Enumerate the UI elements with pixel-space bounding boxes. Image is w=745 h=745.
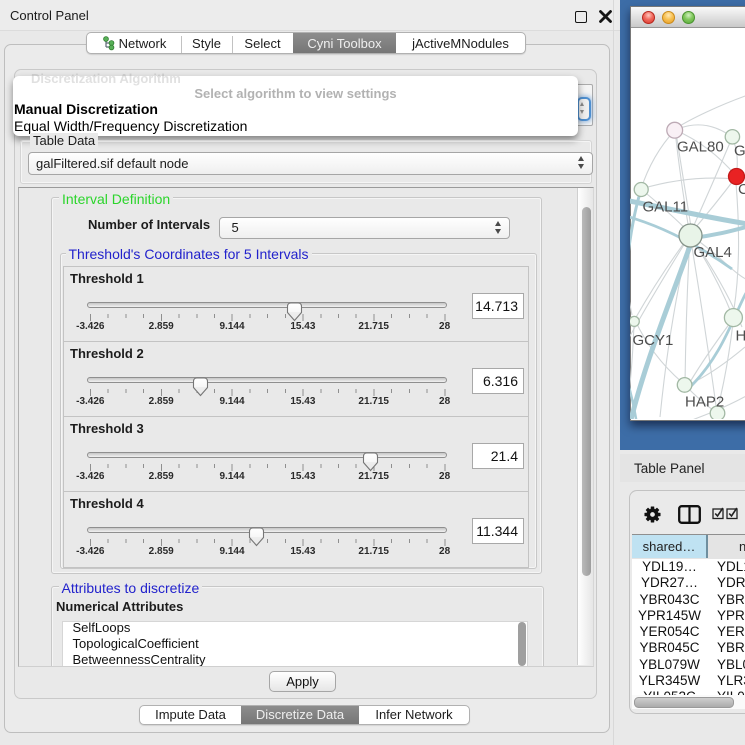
svg-text:HAP2: HAP2: [685, 394, 724, 411]
svg-text:GAL4: GAL4: [694, 244, 732, 261]
svg-text:CY: CY: [738, 181, 745, 198]
svg-text:GAL80: GAL80: [677, 139, 724, 156]
svg-text:GCY1: GCY1: [633, 332, 674, 349]
svg-text:GA: GA: [734, 143, 745, 160]
svg-text:HI: HI: [736, 328, 745, 345]
svg-text:GAL11: GAL11: [643, 199, 689, 216]
